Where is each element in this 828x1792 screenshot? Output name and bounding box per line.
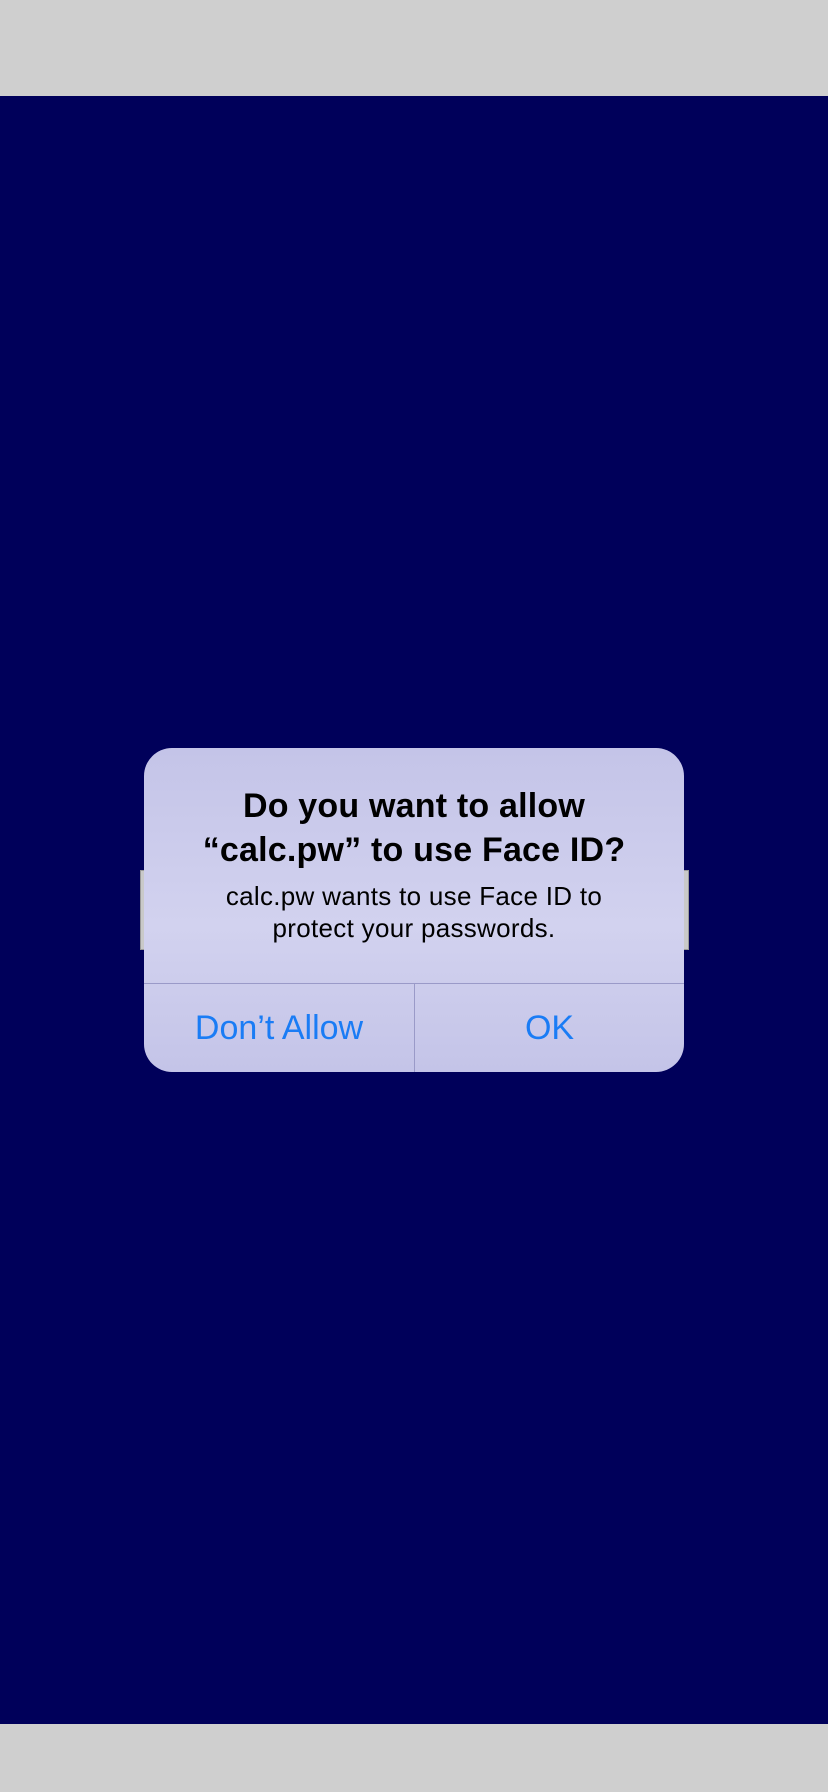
screen: Do you want to allow “calc.pw” to use Fa…	[0, 0, 828, 1792]
alert-title: Do you want to allow “calc.pw” to use Fa…	[164, 784, 664, 872]
bottom-letterbox-bar	[0, 1724, 828, 1792]
dont-allow-button[interactable]: Don’t Allow	[144, 984, 414, 1072]
top-letterbox-bar	[0, 0, 828, 96]
alert-message-line-1: calc.pw wants to use Face ID to	[225, 881, 603, 911]
alert-message: calc.pw wants to use Face ID to protect …	[164, 880, 664, 944]
alert-body: Do you want to allow “calc.pw” to use Fa…	[144, 748, 684, 983]
alert-message-line-2: protect your passwords.	[272, 913, 556, 943]
alert-title-line-2: “calc.pw” to use Face ID?	[202, 831, 626, 869]
face-id-permission-alert: Do you want to allow “calc.pw” to use Fa…	[144, 748, 684, 1072]
ok-button[interactable]: OK	[415, 984, 684, 1072]
alert-title-line-1: Do you want to allow	[242, 787, 586, 825]
